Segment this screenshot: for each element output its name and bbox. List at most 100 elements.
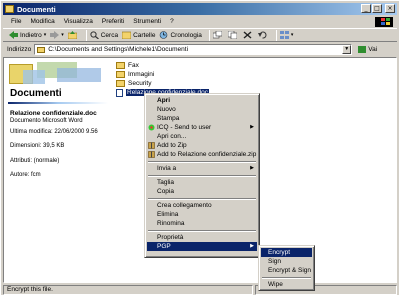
menu-item-new[interactable]: Nuovo — [147, 105, 257, 114]
go-button[interactable]: Vai — [358, 46, 377, 53]
menu-bar: File Modifica Visualizza Preferiti Strum… — [3, 16, 397, 27]
selected-file-name: Relazione confidenziale.doc — [10, 110, 97, 117]
selected-file-author: Autore: fcm — [10, 172, 41, 178]
search-label: Cerca — [100, 31, 119, 39]
menu-tools[interactable]: Strumenti — [133, 18, 161, 25]
menu-edit[interactable]: Modifica — [30, 18, 54, 25]
address-value: C:\Documents and Settings\Michele1\Docum… — [48, 46, 189, 53]
delete-button[interactable] — [243, 31, 254, 39]
menu-item-add-named-zip[interactable]: Add to Relazione confidenziale.zip — [147, 150, 257, 159]
search-icon — [90, 31, 99, 40]
search-button[interactable]: Cerca — [90, 31, 119, 40]
menu-item-send-to[interactable]: Invia a ▶ — [147, 164, 257, 173]
menu-item-cut[interactable]: Taglia — [147, 178, 257, 187]
go-arrow-icon — [358, 46, 367, 53]
menu-item-pgp[interactable]: PGP ▶ — [147, 242, 257, 251]
status-bar: Encrypt this file. — [3, 284, 397, 295]
menu-item-add-zip[interactable]: Add to Zip — [147, 141, 257, 150]
history-label: Cronologia — [170, 31, 202, 39]
title-bar[interactable]: Documenti _ □ × — [3, 3, 397, 15]
selected-file-attributes: Attributi: (normale) — [10, 158, 60, 164]
move-to-button[interactable] — [212, 30, 224, 39]
selected-file-modified: Ultima modifica: 22/06/2000 9.56 — [10, 129, 98, 135]
menu-item-encrypt[interactable]: Encrypt — [261, 248, 312, 257]
back-button[interactable]: Indietro ▾ — [9, 31, 46, 39]
chevron-down-icon[interactable]: ▼ — [342, 45, 352, 54]
up-folder-icon — [67, 31, 78, 40]
menu-item-print[interactable]: Stampa — [147, 114, 257, 123]
menu-item-copy[interactable]: Copia — [147, 187, 257, 196]
word-document-icon — [116, 88, 123, 97]
address-input[interactable]: C:\Documents and Settings\Michele1\Docum… — [34, 44, 353, 55]
folders-button[interactable]: Cartelle — [121, 31, 156, 40]
chevron-down-icon[interactable]: ▾ — [291, 32, 294, 38]
menu-item-rename[interactable]: Rinomina — [147, 219, 257, 228]
submenu-arrow-icon: ▶ — [250, 165, 254, 171]
submenu-arrow-icon: ▶ — [250, 243, 254, 249]
winzip-icon — [148, 142, 155, 149]
maximize-button[interactable]: □ — [372, 4, 382, 13]
menu-view[interactable]: Visualizza — [64, 18, 93, 25]
list-item[interactable]: Fax — [116, 61, 209, 70]
chevron-down-icon[interactable]: ▾ — [44, 32, 47, 38]
menu-item-create-shortcut[interactable]: Crea collegamento — [147, 201, 257, 210]
menu-item-label: Invia a — [157, 165, 177, 172]
copy-to-icon — [227, 30, 238, 40]
menu-item-sign[interactable]: Sign — [261, 257, 312, 266]
back-label: Indietro — [20, 31, 42, 39]
folder-icon — [116, 80, 125, 87]
forward-arrow-icon — [50, 31, 60, 39]
menu-help[interactable]: ? — [170, 18, 174, 25]
folder-icon — [5, 5, 14, 13]
toolbar-separator — [85, 29, 87, 41]
history-icon — [159, 31, 168, 39]
address-label: Indirizzo — [7, 46, 32, 53]
selected-file-type: Documento Microsoft Word — [10, 118, 83, 124]
winzip-icon — [148, 151, 155, 158]
menu-favorites[interactable]: Preferiti — [102, 18, 124, 25]
up-folder-button[interactable] — [67, 31, 79, 40]
history-button[interactable]: Cronologia — [159, 31, 202, 39]
window-title: Documenti — [17, 4, 56, 14]
folders-icon — [121, 31, 132, 40]
forward-button[interactable]: ▾ — [50, 31, 64, 39]
undo-icon — [257, 31, 267, 39]
undo-button[interactable] — [257, 31, 269, 39]
copy-to-button[interactable] — [227, 30, 239, 40]
menu-item-label: PGP — [157, 243, 171, 250]
views-button[interactable]: ▾ — [279, 31, 294, 39]
menu-item-label: Add to Zip — [157, 142, 187, 149]
list-item[interactable]: Security — [116, 79, 209, 88]
chevron-down-icon[interactable]: ▾ — [61, 32, 64, 38]
folder-icon — [116, 62, 125, 69]
file-list: Fax Immagini Security Relazione confiden… — [116, 61, 209, 97]
toolbar-separator — [208, 29, 210, 41]
menu-item-encrypt-sign[interactable]: Encrypt & Sign — [261, 266, 312, 275]
menu-item-open[interactable]: Apri — [147, 96, 257, 105]
pgp-submenu: Encrypt Sign Encrypt & Sign Wipe — [258, 245, 315, 291]
status-text: Encrypt this file. — [3, 284, 253, 295]
menu-item-delete[interactable]: Elimina — [147, 210, 257, 219]
icq-flower-icon — [148, 124, 155, 131]
views-icon — [279, 31, 289, 39]
folders-label: Cartelle — [133, 31, 156, 39]
web-view-pane: Documenti Relazione confidenziale.doc Do… — [4, 58, 110, 282]
context-menu: Apri Nuovo Stampa ICQ - Send to user ▶ A… — [144, 93, 260, 258]
menu-item-label: Add to Relazione confidenziale.zip — [157, 151, 257, 158]
list-item[interactable]: Immagini — [116, 70, 209, 79]
windows-logo-icon — [375, 17, 393, 27]
pane-title: Documenti — [10, 88, 62, 99]
menu-file[interactable]: File — [11, 18, 21, 25]
selected-file-size: Dimensioni: 39,5 KB — [10, 143, 65, 149]
menu-item-icq[interactable]: ICQ - Send to user ▶ — [147, 123, 257, 132]
menu-item-label: ICQ - Send to user — [157, 124, 212, 131]
menu-item-open-with[interactable]: Apri con... — [147, 132, 257, 141]
minimize-button[interactable]: _ — [361, 4, 371, 13]
go-label: Vai — [368, 46, 378, 53]
menu-item-wipe[interactable]: Wipe — [261, 280, 312, 289]
menu-item-properties[interactable]: Proprietà — [147, 233, 257, 242]
title-divider — [8, 102, 108, 104]
back-arrow-icon — [9, 31, 18, 39]
folder-icon — [116, 71, 125, 78]
close-button[interactable]: × — [385, 4, 395, 13]
